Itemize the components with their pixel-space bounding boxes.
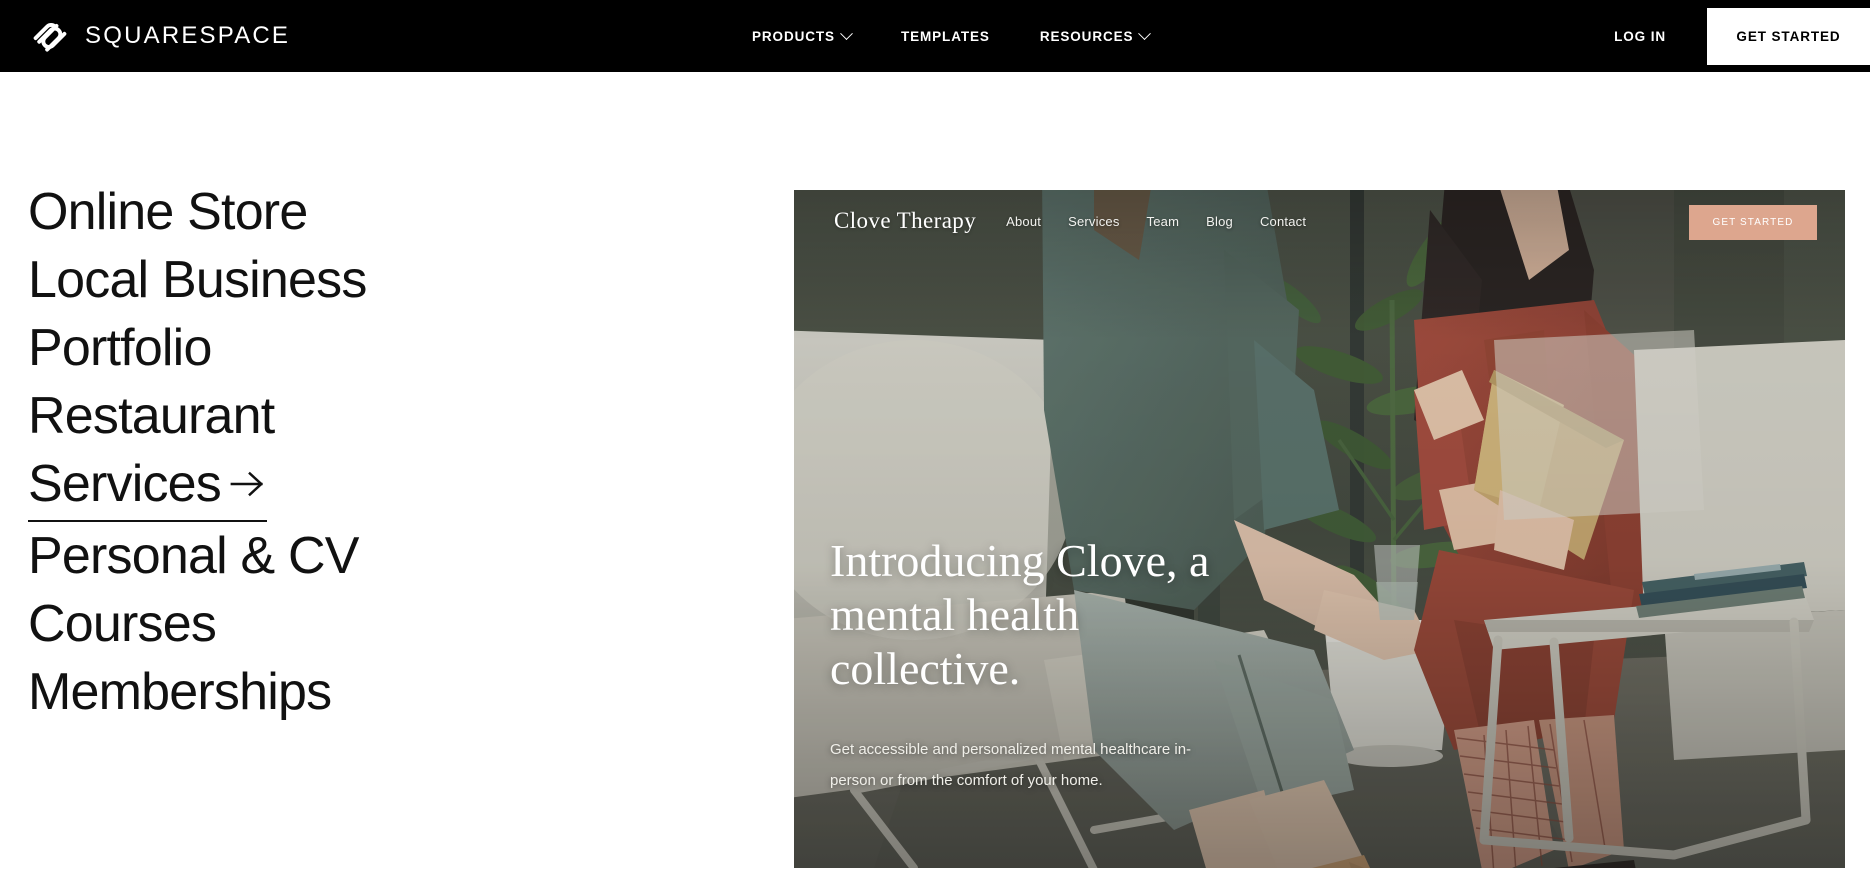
top-navigation-bar: SQUARESPACE PRODUCTS TEMPLATES RESOURCES… [0, 0, 1870, 72]
category-item-online-store[interactable]: Online Store [28, 178, 668, 246]
category-label: Services [28, 455, 222, 513]
menu-item-resources[interactable]: RESOURCES [1039, 26, 1152, 44]
squarespace-wordmark: SQUARESPACE [85, 22, 291, 49]
category-item-local-business[interactable]: Local Business [28, 246, 668, 314]
menu-item-templates-label: TEMPLATES [900, 28, 990, 44]
preview-site-header: Clove Therapy About Services Team Blog C… [794, 190, 1845, 252]
preview-hero-title: Introducing Clove, a mental health colle… [830, 535, 1210, 694]
preview-nav-contact[interactable]: Contact [1260, 214, 1306, 229]
category-item-memberships[interactable]: Memberships [28, 658, 668, 726]
category-item-courses[interactable]: Courses [28, 590, 668, 658]
category-label: Portfolio [28, 319, 212, 377]
category-item-restaurant[interactable]: Restaurant [28, 382, 668, 450]
arrow-right-icon [230, 471, 264, 497]
menu-item-products-label: PRODUCTS [752, 28, 835, 44]
category-label: Personal & CV [28, 527, 359, 585]
menu-item-templates[interactable]: TEMPLATES [901, 29, 990, 44]
main-menu: PRODUCTS TEMPLATES RESOURCES [752, 0, 1152, 72]
category-item-services[interactable]: Services [28, 450, 668, 522]
preview-get-started-button[interactable]: GET STARTED [1689, 205, 1817, 240]
nav-right-group: LOG IN GET STARTED [1614, 0, 1870, 72]
get-started-button[interactable]: GET STARTED [1707, 7, 1870, 65]
menu-item-products[interactable]: PRODUCTS [752, 26, 853, 44]
category-item-portfolio[interactable]: Portfolio [28, 314, 668, 382]
category-label: Local Business [28, 251, 367, 309]
squarespace-logo-icon [33, 23, 67, 52]
chevron-down-icon [1138, 26, 1152, 40]
squarespace-brand-link[interactable]: SQUARESPACE [28, 18, 290, 54]
category-label: Memberships [28, 663, 332, 721]
category-label: Restaurant [28, 387, 275, 445]
category-label: Courses [28, 595, 217, 653]
preview-hero-subtitle: Get accessible and personalized mental h… [830, 741, 1192, 789]
log-in-link[interactable]: LOG IN [1614, 29, 1666, 44]
chevron-down-icon [840, 26, 853, 40]
preview-site-nav: About Services Team Blog Contact [1006, 214, 1306, 229]
category-item-personal-and-cv[interactable]: Personal & CV [28, 522, 668, 590]
preview-hero-copy: Introducing Clove, a mental health colle… [830, 534, 1250, 696]
template-preview[interactable]: Clove Therapy About Services Team Blog C… [794, 190, 1845, 868]
menu-item-resources-label: RESOURCES [1039, 28, 1134, 44]
category-list: Online Store Local Business Portfolio Re… [28, 178, 668, 726]
preview-nav-team[interactable]: Team [1147, 214, 1180, 229]
preview-site-logo[interactable]: Clove Therapy [834, 208, 976, 234]
preview-nav-services[interactable]: Services [1068, 214, 1119, 229]
category-label: Online Store [28, 183, 308, 241]
preview-nav-about[interactable]: About [1006, 214, 1041, 229]
preview-nav-blog[interactable]: Blog [1206, 214, 1233, 229]
